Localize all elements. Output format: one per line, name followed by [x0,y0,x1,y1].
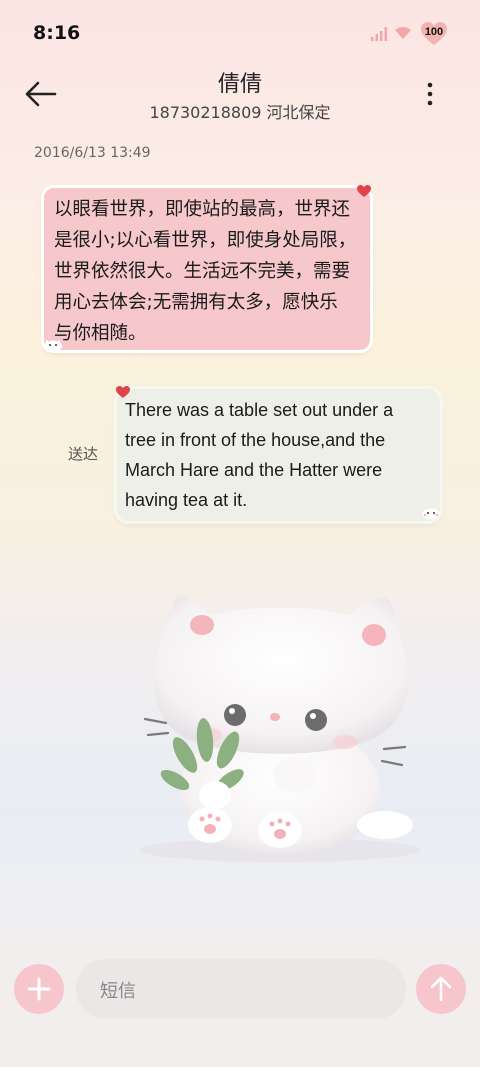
message-line: 与你相随。 [54,323,147,344]
sms-input-placeholder[interactable]: 短信 [100,977,136,1003]
message-line: 用心去体会;无需拥有太多，愿快乐 [54,292,338,313]
contact-name: 倩倩 [217,72,262,97]
message-date: 2016/6/13 13:49 [34,145,151,161]
kitten-sticker-icon [422,508,440,520]
message-line: March Hare and the Hatter were [125,460,383,480]
message-line: tree in front of the house,and the [125,430,386,450]
arrow-up-icon [430,976,452,1002]
status-time: 8:16 [33,22,81,44]
battery-level: 100 [424,26,444,38]
message-line: 以眼看世界，即使站的最高，世界还 [54,199,351,220]
message-line: There was a table set out under a [125,400,394,420]
heart-icon [116,386,130,398]
message-line: 是很小;以心看世界，即使身处局限， [54,230,357,251]
add-attachment-button[interactable] [14,964,64,1014]
plus-icon [27,977,51,1001]
outgoing-message-bubble[interactable]: There was a table set out under a tree i… [117,389,440,521]
heart-icon [357,185,371,197]
incoming-message-bubble[interactable]: 以眼看世界，即使站的最高，世界还 是很小;以心看世界，即使身处局限， 世界依然很… [44,188,370,350]
kitten-sticker-icon [44,338,62,352]
wifi-icon [395,26,411,39]
kitten-wallpaper-image [140,596,420,862]
contact-detail: 18730218809 河北保定 [149,103,331,122]
status-bar: 8:16 100 [0,0,480,64]
delivery-status: 送达 [68,445,99,463]
message-line: having tea at it. [125,490,248,510]
message-line: 世界依然很大。生活远不完美，需要 [54,261,351,282]
send-button[interactable] [416,964,466,1014]
signal-icon [371,27,387,41]
more-vertical-icon[interactable] [418,80,442,108]
battery-indicator: 100 [421,22,447,46]
